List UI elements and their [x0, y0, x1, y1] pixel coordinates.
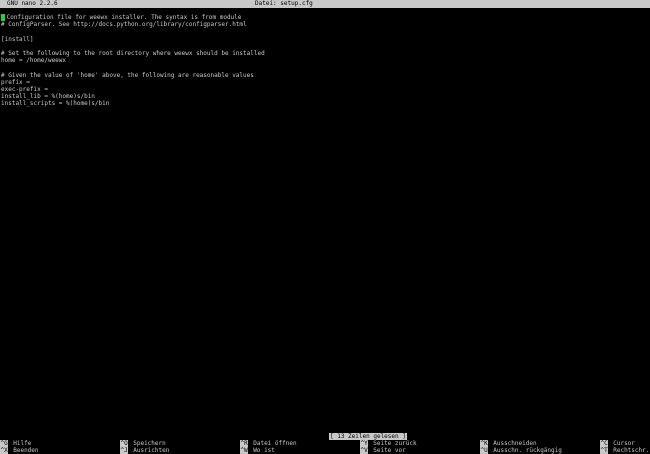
editor-line[interactable]: # ConfigParser. See http://docs.python.o… [1, 21, 649, 28]
text-cursor [1, 14, 5, 21]
editor-line[interactable]: exec-prefix = [1, 86, 649, 93]
shortcut-cursor[interactable]: ^C Cursor [600, 440, 635, 447]
shortcut-save[interactable]: ^O Speichern [120, 440, 166, 447]
editor-line[interactable]: # Set the following to the root director… [1, 50, 649, 57]
file-name: Datei: setup.cfg [255, 0, 313, 7]
shortcut-bar: ^G Hilfe ^O Speichern ^R Datei öffnen ^Y Sei… [0, 440, 650, 454]
editor-line[interactable] [1, 64, 649, 71]
shortcut-where-is[interactable]: ^W Wo ist [240, 447, 275, 454]
editor-line[interactable]: install_lib = %(home)s/bin [1, 93, 649, 100]
editor-line[interactable]: [install] [1, 36, 649, 43]
shortcut-spell-check[interactable]: ^T Rechtschr. [600, 447, 649, 454]
status-message: [ 13 Zeilen gelesen ] [329, 432, 407, 440]
shortcut-page-down[interactable]: ^V Seite vor [360, 447, 406, 454]
shortcut-row-1: ^G Hilfe ^O Speichern ^R Datei öffnen ^Y Sei… [0, 440, 650, 447]
editor-area[interactable]: Configuration file for weewx installer. … [1, 14, 649, 424]
editor-line[interactable]: Configuration file for weewx installer. … [1, 14, 649, 21]
editor-line[interactable]: # Given the value of 'home' above, the f… [1, 72, 649, 79]
editor-line[interactable]: home = /home/weewx [1, 57, 649, 64]
shortcut-justify[interactable]: ^J Ausrichten [120, 447, 169, 454]
shortcut-row-2: ^X Beenden ^J Ausrichten ^W Wo ist ^V Seite … [0, 447, 650, 454]
editor-line[interactable] [1, 43, 649, 50]
shortcut-open-file[interactable]: ^R Datei öffnen [240, 440, 297, 447]
editor-line[interactable] [1, 28, 649, 35]
editor-line[interactable]: prefix = [1, 79, 649, 86]
editor-line[interactable]: install_scripts = %(home)s/bin [1, 100, 649, 107]
shortcut-help[interactable]: ^G Hilfe [0, 440, 31, 447]
title-bar: GNU nano 2.2.6 Datei: setup.cfg [0, 0, 650, 8]
app-title: GNU nano 2.2.6 [7, 0, 58, 7]
shortcut-page-up[interactable]: ^Y Seite zurück [360, 440, 417, 447]
shortcut-uncut[interactable]: ^U Ausschn. rückgängig [480, 447, 562, 454]
shortcut-exit[interactable]: ^X Beenden [0, 447, 39, 454]
shortcut-cut[interactable]: ^K Ausschneiden [480, 440, 537, 447]
